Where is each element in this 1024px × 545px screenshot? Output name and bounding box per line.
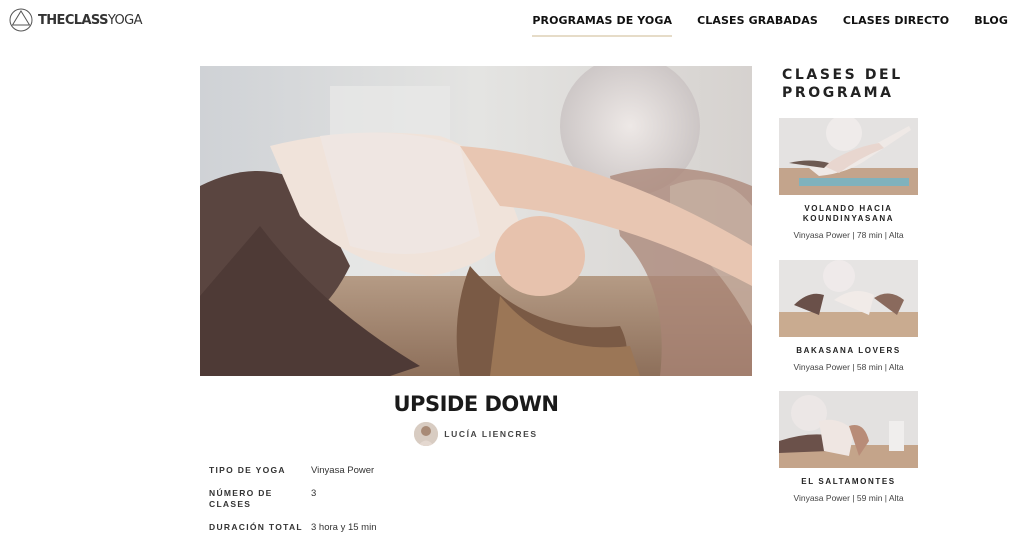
nav-programas-de-yoga[interactable]: PROGRAMAS DE YOGA: [532, 14, 673, 37]
class-meta: Vinyasa Power | 78 min | Alta: [793, 230, 904, 240]
detail-row-tipo: TIPO DE YOGA Vinyasa Power: [209, 465, 376, 476]
detail-label: DURACIÓN TOTAL: [209, 522, 303, 532]
class-meta: Vinyasa Power | 59 min | Alta: [793, 493, 904, 503]
program-hero-image: [200, 66, 752, 376]
author-avatar: [414, 422, 439, 446]
detail-label: NÚMERO DE CLASES: [209, 488, 273, 509]
nav-clases-grabadas[interactable]: CLASES GRABADAS: [697, 14, 818, 37]
class-card[interactable]: EL SALTAMONTES Vinyasa Power | 59 min | …: [779, 391, 918, 503]
program-author[interactable]: LUCÍA LIENCRES: [200, 422, 752, 446]
detail-label: TIPO DE YOGA: [209, 465, 286, 475]
program-title: UPSIDE DOWN: [393, 392, 560, 416]
class-thumbnail: [779, 118, 918, 195]
class-title: EL SALTAMONTES: [801, 477, 896, 486]
class-title: BAKASANA LOVERS: [796, 346, 901, 355]
class-title: VOLANDO HACIA KOUNDINYASANA: [802, 204, 895, 223]
sidebar-title: CLASES DEL PROGRAMA: [782, 67, 903, 101]
class-thumbnail: [779, 391, 918, 468]
detail-value: 3: [311, 488, 317, 499]
triangle-circle-logo-icon: [9, 8, 33, 32]
class-thumbnail: [779, 260, 918, 337]
program-details: TIPO DE YOGA Vinyasa Power NÚMERO DE CLA…: [209, 465, 376, 545]
class-meta: Vinyasa Power | 58 min | Alta: [793, 362, 904, 372]
nav-blog[interactable]: BLOG: [974, 14, 1008, 37]
main-nav: PROGRAMAS DE YOGA CLASES GRABADAS CLASES…: [532, 14, 1008, 37]
nav-clases-directo[interactable]: CLASES DIRECTO: [843, 14, 949, 37]
class-card[interactable]: VOLANDO HACIA KOUNDINYASANA Vinyasa Powe…: [779, 118, 918, 240]
detail-row-numero: NÚMERO DE CLASES 3: [209, 488, 376, 510]
logo-text: THECLASSYOGA: [38, 12, 142, 28]
detail-row-duracion: DURACIÓN TOTAL 3 hora y 15 min: [209, 522, 376, 533]
author-name: LUCÍA LIENCRES: [444, 429, 538, 439]
detail-value: 3 hora y 15 min: [311, 522, 377, 533]
detail-value: Vinyasa Power: [311, 465, 375, 476]
class-card[interactable]: BAKASANA LOVERS Vinyasa Power | 58 min |…: [779, 260, 918, 372]
site-logo[interactable]: THECLASSYOGA: [9, 8, 142, 32]
